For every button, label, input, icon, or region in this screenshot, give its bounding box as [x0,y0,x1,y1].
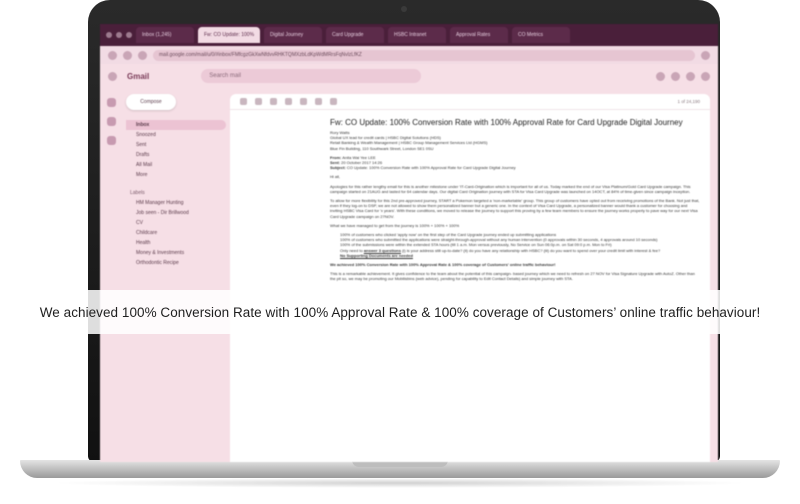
bullet-5: No Supporting Documents are needed [340,252,413,258]
paragraph-2: To allow for more flexibility for this 2… [330,198,700,219]
email-body: Rory Watts Global UX lead for credit car… [330,130,700,286]
sender-address: Blue Fin Building, 110 Southwark Street,… [330,145,434,151]
browser-tab[interactable]: Digital Journey [264,27,323,43]
browser-tab[interactable]: Inbox (1,245) [136,27,194,43]
subject-label: Subject: [330,165,346,171]
sidebar: Compose Inbox Snoozed Sent Drafts All Ma… [126,94,226,462]
email-view: 1 of 24,190 Fw: CO Update: 100% Conversi… [230,94,710,462]
sidebar-label[interactable]: Orthodontic Recipe [126,258,226,268]
page-count: 1 of 24,190 [677,99,700,104]
spam-icon[interactable] [270,98,277,105]
sidebar-item-drafts[interactable]: Drafts [126,150,226,160]
menu-icon[interactable] [108,71,117,81]
snooze-icon[interactable] [315,98,322,105]
sidebar-item-label: All Mail [136,162,153,168]
sidebar-item-sent[interactable]: Sent [126,140,226,150]
search-input[interactable]: Search mail [201,69,422,83]
paragraph-3: What we have managed to get from the jou… [330,222,460,228]
avatar[interactable] [701,71,710,81]
window-minimize-icon[interactable] [116,32,122,38]
sidebar-label[interactable]: Childcare [126,228,226,238]
sidebar-label-text: HM Manager Hunting [136,200,184,206]
highlight-text: We achieved 100% Conversion Rate with 10… [39,304,761,320]
header-actions [656,71,710,81]
paragraph-4: This is a remarkable achievement. It giv… [330,271,695,282]
sidebar-item-label: Inbox [136,122,150,128]
sidebar-item-label: Snoozed [136,132,156,138]
browser-url-bar: mail.google.com/mail/u/0/#inbox/FMfcgzGk… [100,46,718,64]
browser-tab-bar: Inbox (1,245) Fw: CO Update: 100% Digita… [100,24,718,46]
email-subject: Fw: CO Update: 100% Conversion Rate with… [330,118,683,127]
sidebar-label[interactable]: HM Manager Hunting [126,198,226,208]
subject-value: CO Update: 100% Conversion Rate with 100… [346,165,516,171]
reload-icon[interactable] [138,50,147,60]
achievement-line: We achieved 100% Conversion Rate with 10… [330,262,556,268]
browser-tab[interactable]: CO Metrics [512,27,571,43]
help-icon[interactable] [656,71,665,81]
sidebar-label[interactable]: CV [126,218,226,228]
browser-tab[interactable]: Card Upgrade [326,27,385,43]
apps-icon[interactable] [686,71,695,81]
bookmark-icon[interactable] [701,50,710,60]
sidebar-label-text: CV [136,220,143,226]
window-close-icon[interactable] [106,32,112,38]
highlight-banner: We achieved 100% Conversion Rate with 10… [0,290,800,334]
browser-tab[interactable]: HSBC Intranet [388,27,447,43]
chat-icon[interactable] [106,117,116,126]
address-input[interactable]: mail.google.com/mail/u/0/#inbox/FMfcgzGk… [153,49,695,61]
laptop-screen: Inbox (1,245) Fw: CO Update: 100% Digita… [100,24,718,462]
delete-icon[interactable] [285,98,292,105]
sidebar-label[interactable]: Money & Investments [126,248,226,258]
sidebar-label-text: Money & Investments [136,250,185,256]
bullet-4-suffix: (i) is your address still up-to-date? (i… [402,247,661,253]
back-icon[interactable] [108,50,117,60]
sidebar-label[interactable]: Health [126,238,226,248]
more-icon[interactable] [330,98,337,105]
meet-icon[interactable] [106,136,116,145]
app-rail [100,88,122,462]
laptop-shadow [50,478,750,488]
sidebar-item-more[interactable]: More [126,170,226,180]
window-maximize-icon[interactable] [126,32,132,38]
mark-unread-icon[interactable] [300,98,307,105]
greeting: Hi all, [330,174,341,180]
labels-heading: Labels [130,190,145,196]
sidebar-item-label: Drafts [136,152,150,158]
sidebar-item-snoozed[interactable]: Snoozed [126,130,226,140]
stage: Inbox (1,245) Fw: CO Update: 100% Digita… [0,0,800,504]
sidebar-label-text: Job seen - Dir Brillwood [136,210,189,216]
forward-icon[interactable] [123,50,132,60]
back-arrow-icon[interactable] [240,98,247,105]
sidebar-item-label: More [136,172,148,178]
browser-tab[interactable]: Approval Rates [450,27,509,43]
gmail-app: Gmail Search mail Compose Inbox Snoozed … [100,64,718,462]
sidebar-label-text: Childcare [136,230,158,236]
compose-button[interactable]: Compose [126,94,176,110]
settings-icon[interactable] [671,71,680,81]
sidebar-item-label: Sent [136,142,147,148]
paragraph-1: Apologies for this rather lengthy email … [330,183,691,194]
camera-icon [401,6,407,12]
sidebar-item-inbox[interactable]: Inbox [126,120,226,130]
archive-icon[interactable] [255,98,262,105]
sidebar-item-all-mail[interactable]: All Mail [126,160,226,170]
gmail-header: Gmail Search mail [100,64,718,88]
sidebar-label-text: Health [136,240,151,246]
sidebar-label[interactable]: Job seen - Dir Brillwood [126,208,226,218]
browser-tab-active[interactable]: Fw: CO Update: 100% [198,27,261,43]
gmail-logo[interactable]: Gmail [127,72,149,81]
email-toolbar: 1 of 24,190 [230,94,710,110]
mail-icon[interactable] [106,98,116,107]
sidebar-label-text: Orthodontic Recipe [136,260,179,266]
